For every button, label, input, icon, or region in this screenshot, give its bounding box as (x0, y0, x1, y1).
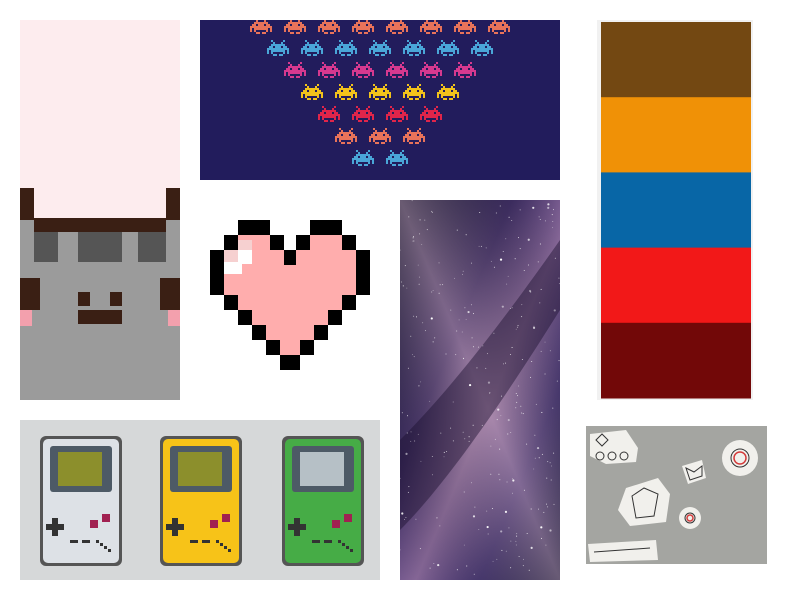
gameboy-sprite (40, 436, 122, 566)
palette-swatch (601, 22, 751, 98)
pixel-heart (200, 200, 380, 380)
paper-doodles-photo (586, 426, 767, 564)
gameboy-sprite (282, 436, 364, 566)
cat-icon (20, 20, 180, 400)
gameboy-sprite (160, 436, 242, 566)
milky-way-galaxy-photo (400, 200, 560, 580)
doodle-icon (586, 426, 767, 564)
galaxy-icon (400, 200, 560, 580)
space-invaders-pixel-art (200, 20, 560, 180)
palette-swatch (601, 322, 751, 399)
gameboy-pixel-art (20, 420, 380, 580)
palette-swatch (601, 172, 751, 249)
color-palette-swatches (597, 20, 753, 400)
palette-icon (597, 20, 753, 400)
palette-swatch (601, 97, 751, 173)
palette-swatch (601, 247, 751, 324)
pusheen-cat-pixel-art (20, 20, 180, 400)
heart-icon (200, 200, 380, 380)
gameboy-icon (20, 420, 380, 580)
alien-icon (200, 20, 560, 180)
